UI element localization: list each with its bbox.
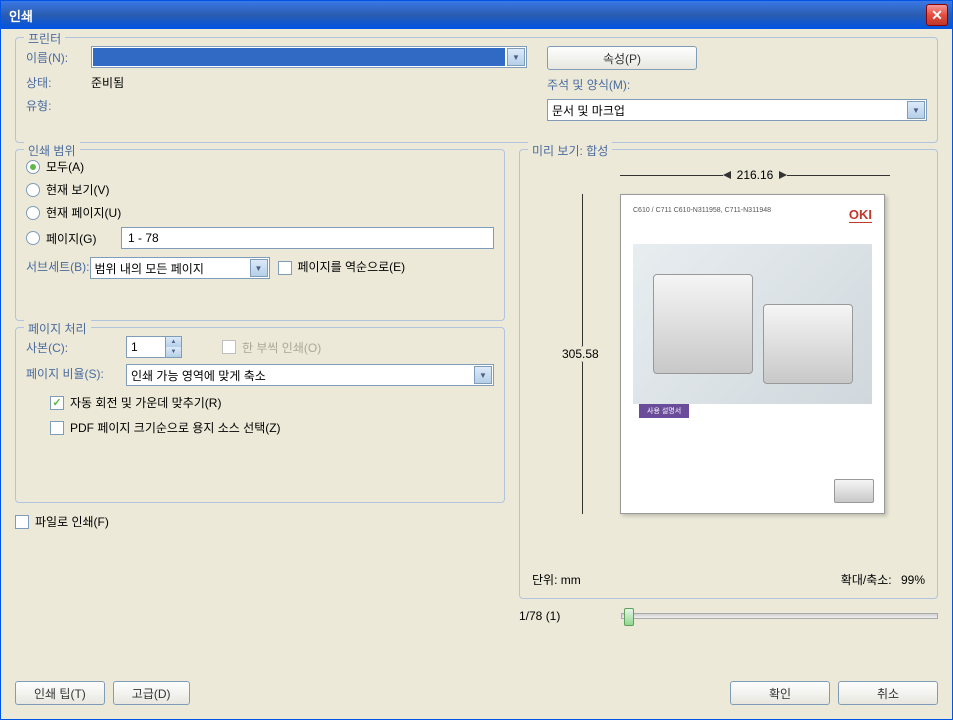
chevron-down-icon[interactable]: ▼ xyxy=(507,48,525,66)
scaling-combo[interactable]: 인쇄 가능 영역에 맞게 축소 ▼ xyxy=(126,364,494,386)
paper-source-checkbox[interactable]: PDF 페이지 크기순으로 용지 소스 선택(Z) xyxy=(50,419,494,436)
properties-button[interactable]: 속성(P) xyxy=(547,46,697,70)
print-to-file-label: 파일로 인쇄(F) xyxy=(35,513,109,530)
print-tips-button[interactable]: 인쇄 팁(T) xyxy=(15,681,105,705)
comments-combo[interactable]: 문서 및 마크업 ▼ xyxy=(547,99,927,121)
printer-fieldset: 프린터 이름(N): ▼ 상태: 준비됨 유형: xyxy=(15,37,938,143)
page-preview: OKI C610 / C711 C610-N311958, C711-N3119… xyxy=(620,194,885,514)
type-label: 유형: xyxy=(26,97,91,114)
chevron-down-icon[interactable]: ▼ xyxy=(250,259,268,277)
zoom-label: 확대/축소: xyxy=(841,573,892,587)
close-icon: ✕ xyxy=(931,7,943,24)
advanced-button[interactable]: 고급(D) xyxy=(113,681,190,705)
scaling-label: 페이지 비율(S): xyxy=(26,368,126,381)
arrow-right-icon xyxy=(779,171,787,179)
checkbox-icon xyxy=(278,261,292,275)
copies-input[interactable] xyxy=(127,337,165,357)
radio-pages[interactable]: 페이지(G) xyxy=(26,227,494,249)
titlebar: 인쇄 ✕ xyxy=(1,1,952,29)
close-button[interactable]: ✕ xyxy=(926,4,948,26)
print-range-fieldset: 인쇄 범위 모두(A) 현재 보기(V) 현재 페이지(U) xyxy=(15,149,505,321)
copies-label: 사본(C): xyxy=(26,339,126,356)
units-label: 단위: xyxy=(532,573,557,587)
doc-header: C610 / C711 C610-N311958, C711-N311948 xyxy=(633,207,872,214)
printer-legend: 프린터 xyxy=(24,30,65,47)
scaling-value: 인쇄 가능 영역에 맞게 축소 xyxy=(127,365,473,386)
printer-name-combo[interactable]: ▼ xyxy=(91,46,527,68)
dialog-title: 인쇄 xyxy=(9,6,33,25)
chevron-down-icon[interactable]: ▼ xyxy=(474,366,492,384)
subset-combo[interactable]: 범위 내의 모든 페이지 ▼ xyxy=(90,257,270,279)
range-legend: 인쇄 범위 xyxy=(24,142,80,159)
radio-icon xyxy=(26,231,40,245)
print-to-file-checkbox[interactable]: 파일로 인쇄(F) xyxy=(15,513,505,530)
page-indicator: 1/78 (1) xyxy=(519,609,609,623)
comments-value: 문서 및 마크업 xyxy=(548,100,906,121)
collate-label: 한 부씩 인쇄(O) xyxy=(242,339,321,356)
radio-pages-label: 페이지(G) xyxy=(46,230,121,247)
dimension-horizontal: 216.16 xyxy=(620,168,890,182)
subset-label: 서브세트(B): xyxy=(26,261,90,274)
radio-icon xyxy=(26,183,40,197)
radio-icon xyxy=(26,206,40,220)
paper-source-label: PDF 페이지 크기순으로 용지 소스 선택(Z) xyxy=(70,419,281,436)
width-value: 216.16 xyxy=(731,168,780,182)
units-value: mm xyxy=(561,573,581,587)
radio-current-page-label: 현재 페이지(U) xyxy=(46,204,121,221)
doc-tag: 사용 설명서 xyxy=(639,404,689,418)
radio-current-page[interactable]: 현재 페이지(U) xyxy=(26,204,494,221)
radio-current-view[interactable]: 현재 보기(V) xyxy=(26,181,494,198)
spinner-up-icon[interactable]: ▲ xyxy=(165,337,181,347)
checkbox-icon xyxy=(50,421,64,435)
name-label: 이름(N): xyxy=(26,49,91,66)
subset-value: 범위 내의 모든 페이지 xyxy=(91,258,249,279)
page-handling-fieldset: 페이지 처리 사본(C): ▲ ▼ 한 부씩 인쇄(O) xyxy=(15,327,505,503)
oki-logo: OKI xyxy=(849,207,872,223)
checkbox-icon: ✓ xyxy=(50,396,64,410)
reverse-label: 페이지를 역순으로(E) xyxy=(298,261,406,274)
handling-legend: 페이지 처리 xyxy=(24,320,91,337)
checkbox-icon xyxy=(222,340,236,354)
status-label: 상태: xyxy=(26,74,91,91)
preview-fieldset: 미리 보기: 합성 216.16 305.58 xyxy=(519,149,938,599)
status-value: 준비됨 xyxy=(91,74,124,91)
cancel-button[interactable]: 취소 xyxy=(838,681,938,705)
slider-thumb[interactable] xyxy=(624,608,634,626)
radio-all-label: 모두(A) xyxy=(46,158,84,175)
dimension-vertical: 305.58 xyxy=(572,194,592,514)
comments-label: 주석 및 양식(M): xyxy=(547,76,630,93)
collate-checkbox: 한 부씩 인쇄(O) xyxy=(222,339,321,356)
radio-current-view-label: 현재 보기(V) xyxy=(46,181,110,198)
preview-legend: 미리 보기: 합성 xyxy=(528,142,612,159)
ok-button[interactable]: 확인 xyxy=(730,681,830,705)
spinner-down-icon[interactable]: ▼ xyxy=(165,347,181,357)
reverse-checkbox[interactable]: 페이지를 역순으로(E) xyxy=(278,261,406,275)
copies-spinner[interactable]: ▲ ▼ xyxy=(126,336,182,358)
radio-all[interactable]: 모두(A) xyxy=(26,158,494,175)
printer-name-value xyxy=(93,48,505,66)
checkbox-icon xyxy=(15,515,29,529)
page-slider[interactable] xyxy=(621,613,938,619)
pages-input[interactable] xyxy=(121,227,494,249)
auto-rotate-checkbox[interactable]: ✓ 자동 회전 및 가운데 맞추기(R) xyxy=(50,394,494,411)
printer-image: 사용 설명서 xyxy=(633,244,872,404)
auto-rotate-label: 자동 회전 및 가운데 맞추기(R) xyxy=(70,394,221,411)
zoom-value: 99% xyxy=(901,573,925,587)
chevron-down-icon[interactable]: ▼ xyxy=(907,101,925,119)
height-value: 305.58 xyxy=(562,347,599,361)
radio-icon xyxy=(26,160,40,174)
arrow-left-icon xyxy=(723,171,731,179)
print-dialog: 인쇄 ✕ 프린터 이름(N): ▼ 상태: xyxy=(0,0,953,720)
